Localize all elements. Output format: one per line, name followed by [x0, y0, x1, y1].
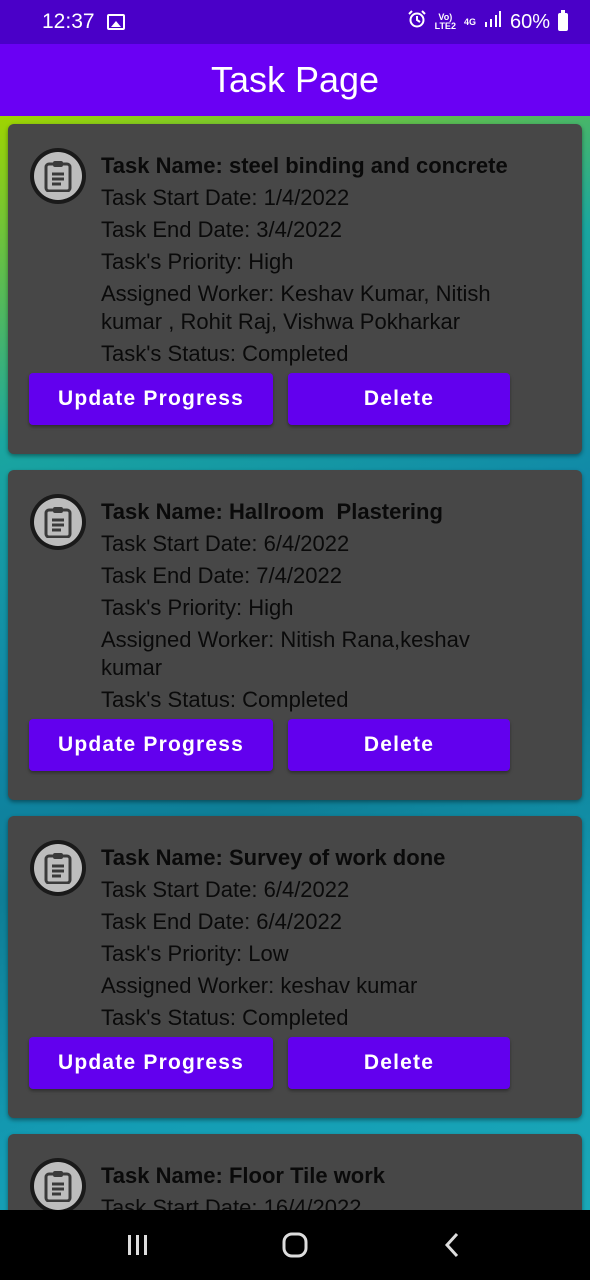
clipboard-icon — [30, 840, 86, 896]
page-title: Task Page — [210, 59, 380, 100]
task-start-date: Task Start Date: 6/4/2022 — [101, 531, 350, 556]
task-name: Task Name: Hallroom Plastering — [101, 499, 443, 524]
recents-icon[interactable] — [108, 1215, 168, 1275]
task-end-date: Task End Date: 7/4/2022 — [101, 563, 342, 588]
network-type: 4G — [463, 16, 476, 27]
task-priority: Task's Priority: High — [101, 249, 294, 274]
task-assigned-workers: Assigned Worker: Nitish Rana,keshav kuma… — [101, 627, 470, 680]
task-assigned-workers: Assigned Worker: Keshav Kumar, Nitish ku… — [101, 281, 491, 334]
status-time: 12:37 — [42, 10, 95, 33]
update-progress-button[interactable]: Update Progress — [29, 373, 273, 425]
volte-indicator: Vo) LTE2 — [434, 12, 456, 31]
task-status: Task's Status: Completed — [101, 687, 349, 712]
app-bar: Task Page — [0, 44, 590, 116]
gallery-notification-icon — [106, 14, 125, 30]
task-card: Task Name: Hallroom Plastering Task Star… — [8, 470, 582, 800]
task-end-date: Task End Date: 3/4/2022 — [101, 217, 342, 242]
task-name: Task Name: Floor Tile work — [101, 1163, 386, 1188]
alarm-icon — [407, 9, 427, 35]
task-details: Task Name: Survey of work done Task Star… — [101, 842, 561, 1034]
clipboard-icon — [30, 1158, 86, 1210]
delete-button[interactable]: Delete — [288, 719, 510, 771]
task-card: Task Name: steel binding and concrete Ta… — [8, 124, 582, 454]
task-assigned-workers: Assigned Worker: keshav kumar — [101, 973, 418, 998]
update-progress-button[interactable]: Update Progress — [29, 719, 273, 771]
task-priority: Task's Priority: High — [101, 595, 294, 620]
update-progress-button[interactable]: Update Progress — [29, 1037, 273, 1089]
task-status: Task's Status: Completed — [101, 1005, 349, 1030]
task-name: Task Name: steel binding and concrete — [101, 153, 508, 178]
battery-percent: 60% — [509, 10, 550, 33]
task-start-date: Task Start Date: 6/4/2022 — [101, 877, 350, 902]
task-name: Task Name: Survey of work done — [101, 845, 446, 870]
task-list[interactable]: Task Name: steel binding and concrete Ta… — [0, 116, 590, 1210]
delete-button[interactable]: Delete — [288, 373, 510, 425]
back-icon[interactable] — [422, 1215, 482, 1275]
home-icon[interactable] — [265, 1215, 325, 1275]
clipboard-icon — [30, 148, 86, 204]
task-details: Task Name: Floor Tile work Task Start Da… — [101, 1160, 561, 1210]
task-start-date: Task Start Date: 1/4/2022 — [101, 185, 350, 210]
task-card: Task Name: Floor Tile work Task Start Da… — [8, 1134, 582, 1210]
system-nav-bar — [0, 1210, 590, 1280]
task-card: Task Name: Survey of work done Task Star… — [8, 816, 582, 1118]
signal-icon — [484, 10, 502, 34]
task-details: Task Name: steel binding and concrete Ta… — [101, 150, 561, 370]
battery-icon — [558, 10, 568, 31]
task-details: Task Name: Hallroom Plastering Task Star… — [101, 496, 561, 716]
task-status: Task's Status: Completed — [101, 341, 349, 366]
clipboard-icon — [30, 494, 86, 550]
task-end-date: Task End Date: 6/4/2022 — [101, 909, 342, 934]
task-priority: Task's Priority: Low — [101, 941, 289, 966]
status-bar: 12:37 Vo) LTE2 4G 60% — [0, 0, 590, 44]
task-start-date: Task Start Date: 16/4/2022 — [101, 1195, 362, 1210]
status-right: Vo) LTE2 4G 60% — [407, 9, 568, 35]
delete-button[interactable]: Delete — [288, 1037, 510, 1089]
